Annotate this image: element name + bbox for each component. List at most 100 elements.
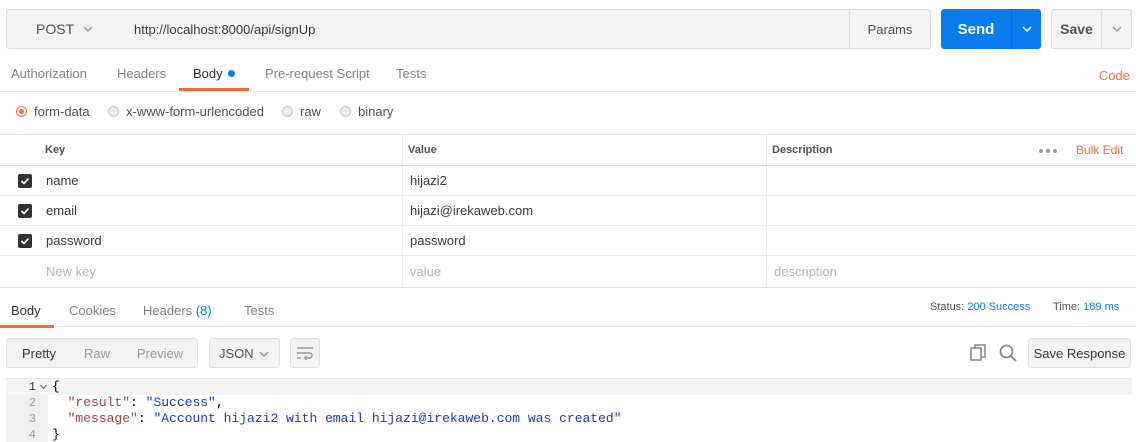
mode-form-data[interactable]: form-data	[16, 104, 90, 119]
response-tab-headers[interactable]: Headers (8)	[143, 303, 212, 318]
params-label: Params	[867, 21, 913, 37]
chevron-down-icon	[1021, 26, 1032, 33]
tab-headers[interactable]: Headers	[117, 66, 166, 81]
mode-raw[interactable]: raw	[282, 104, 321, 119]
radio-selected-icon	[16, 106, 27, 117]
line-number: 4	[28, 428, 36, 442]
time-value[interactable]: 189 ms	[1083, 301, 1119, 313]
mode-binary[interactable]: binary	[340, 104, 393, 119]
save-response-button[interactable]: Save Response	[1028, 338, 1131, 368]
copy-icon[interactable]	[968, 343, 988, 363]
chevron-down-icon	[259, 351, 269, 358]
tab-body-label: Body	[193, 66, 223, 81]
send-button[interactable]: Send	[941, 9, 1011, 49]
code-text: }	[52, 427, 60, 442]
params-button[interactable]: Params	[849, 9, 931, 49]
search-icon[interactable]	[998, 343, 1018, 363]
method-label: POST	[36, 21, 75, 37]
line-number: 2	[28, 396, 36, 410]
request-tabs: Authorization Headers Body Pre-request S…	[0, 56, 1136, 92]
format-select[interactable]: JSON	[209, 338, 280, 368]
modified-dot-icon	[227, 70, 235, 77]
code-line: 1 {	[6, 379, 1132, 395]
tab-tests[interactable]: Tests	[396, 66, 426, 81]
active-response-tab-indicator	[0, 325, 54, 328]
new-key-input[interactable]: New key	[46, 256, 96, 286]
method-select[interactable]: POST	[6, 9, 124, 49]
json-value: "Success"	[145, 395, 216, 410]
tab-pre-request-script[interactable]: Pre-request Script	[265, 66, 370, 81]
view-pretty-button[interactable]: Pretty	[6, 338, 72, 368]
new-row: New key value description	[0, 256, 1136, 286]
table-row: email hijazi@irekaweb.com	[0, 196, 1136, 226]
header-key: Key	[45, 144, 66, 156]
code-text: "result": "Success",	[67, 395, 224, 410]
row-value[interactable]: password	[410, 226, 466, 255]
save-dropdown-button[interactable]	[1101, 9, 1132, 49]
save-label: Save	[1060, 21, 1093, 37]
line-number: 1	[28, 380, 36, 394]
bulk-edit-link[interactable]: Bulk Edit	[1076, 135, 1123, 165]
json-key: "result"	[67, 395, 131, 410]
response-tab-body[interactable]: Body	[11, 303, 41, 318]
new-description-input[interactable]: description	[774, 256, 837, 286]
code-text: "message": "Account hijazi2 with email h…	[67, 411, 622, 426]
row-key[interactable]: password	[46, 226, 102, 255]
code-text: {	[52, 379, 60, 394]
row-key[interactable]: email	[46, 196, 77, 225]
wrap-lines-icon	[297, 347, 313, 360]
chevron-down-icon	[1111, 26, 1122, 33]
time-label: Time:	[1053, 301, 1081, 313]
response-body-editor[interactable]: 1 { 2 "result": "Success", 3 "message": …	[6, 378, 1132, 442]
send-label: Send	[957, 20, 995, 38]
table-header: Key Value Description Bulk Edit	[0, 135, 1136, 166]
header-value: Value	[408, 144, 437, 156]
chevron-down-icon	[83, 26, 93, 33]
url-input[interactable]: http://localhost:8000/api/signUp	[123, 9, 850, 49]
code-link[interactable]: Code	[1099, 68, 1130, 83]
format-label: JSON	[219, 345, 254, 361]
headers-count-badge: (8)	[195, 303, 212, 318]
more-options-icon[interactable]	[1039, 143, 1057, 153]
url-text: http://localhost:8000/api/signUp	[134, 21, 316, 37]
save-button[interactable]: Save	[1051, 9, 1102, 49]
fold-arrow-icon[interactable]	[40, 384, 47, 390]
view-raw-button[interactable]: Raw	[71, 338, 124, 368]
table-row: name hijazi2	[0, 166, 1136, 196]
mode-label: raw	[300, 104, 321, 119]
json-key: "message"	[67, 411, 138, 426]
body-mode-selector: form-data x-www-form-urlencoded raw bina…	[0, 93, 1136, 135]
radio-icon	[108, 106, 119, 117]
radio-icon	[340, 106, 351, 117]
code-line: 4 }	[6, 427, 1132, 442]
time-readout: Time: 189 ms	[1053, 301, 1119, 313]
checkbox-checked-icon[interactable]	[18, 234, 32, 248]
view-preview-button[interactable]: Preview	[123, 338, 198, 368]
response-tab-tests[interactable]: Tests	[244, 303, 274, 318]
table-row: password password	[0, 226, 1136, 256]
code-line: 2 "result": "Success",	[6, 395, 1132, 411]
header-description: Description	[772, 144, 833, 156]
row-value[interactable]: hijazi2	[410, 166, 447, 195]
line-number: 3	[28, 412, 36, 426]
response-tab-headers-label: Headers	[143, 303, 193, 318]
tab-authorization[interactable]: Authorization	[11, 66, 87, 81]
row-key[interactable]: name	[46, 166, 79, 195]
status-readout: Status: 200 Success	[930, 301, 1030, 313]
active-tab-indicator	[179, 88, 249, 91]
send-dropdown-button[interactable]	[1011, 9, 1041, 49]
mode-label: binary	[358, 104, 394, 119]
response-tab-cookies[interactable]: Cookies	[69, 303, 116, 318]
tab-body[interactable]: Body	[193, 66, 235, 81]
new-value-input[interactable]: value	[410, 256, 441, 286]
status-label: Status:	[930, 301, 965, 313]
request-bar: POST http://localhost:8000/api/signUp Pa…	[6, 9, 1132, 49]
checkbox-checked-icon[interactable]	[18, 204, 32, 218]
status-value[interactable]: 200 Success	[967, 301, 1030, 313]
mode-x-www-form-urlencoded[interactable]: x-www-form-urlencoded	[108, 104, 264, 119]
checkbox-checked-icon[interactable]	[18, 174, 32, 188]
row-value[interactable]: hijazi@irekaweb.com	[410, 196, 533, 225]
code-line: 3 "message": "Account hijazi2 with email…	[6, 411, 1132, 427]
params-table: Key Value Description Bulk Edit name hij…	[0, 135, 1136, 287]
wrap-lines-button[interactable]	[290, 338, 320, 368]
